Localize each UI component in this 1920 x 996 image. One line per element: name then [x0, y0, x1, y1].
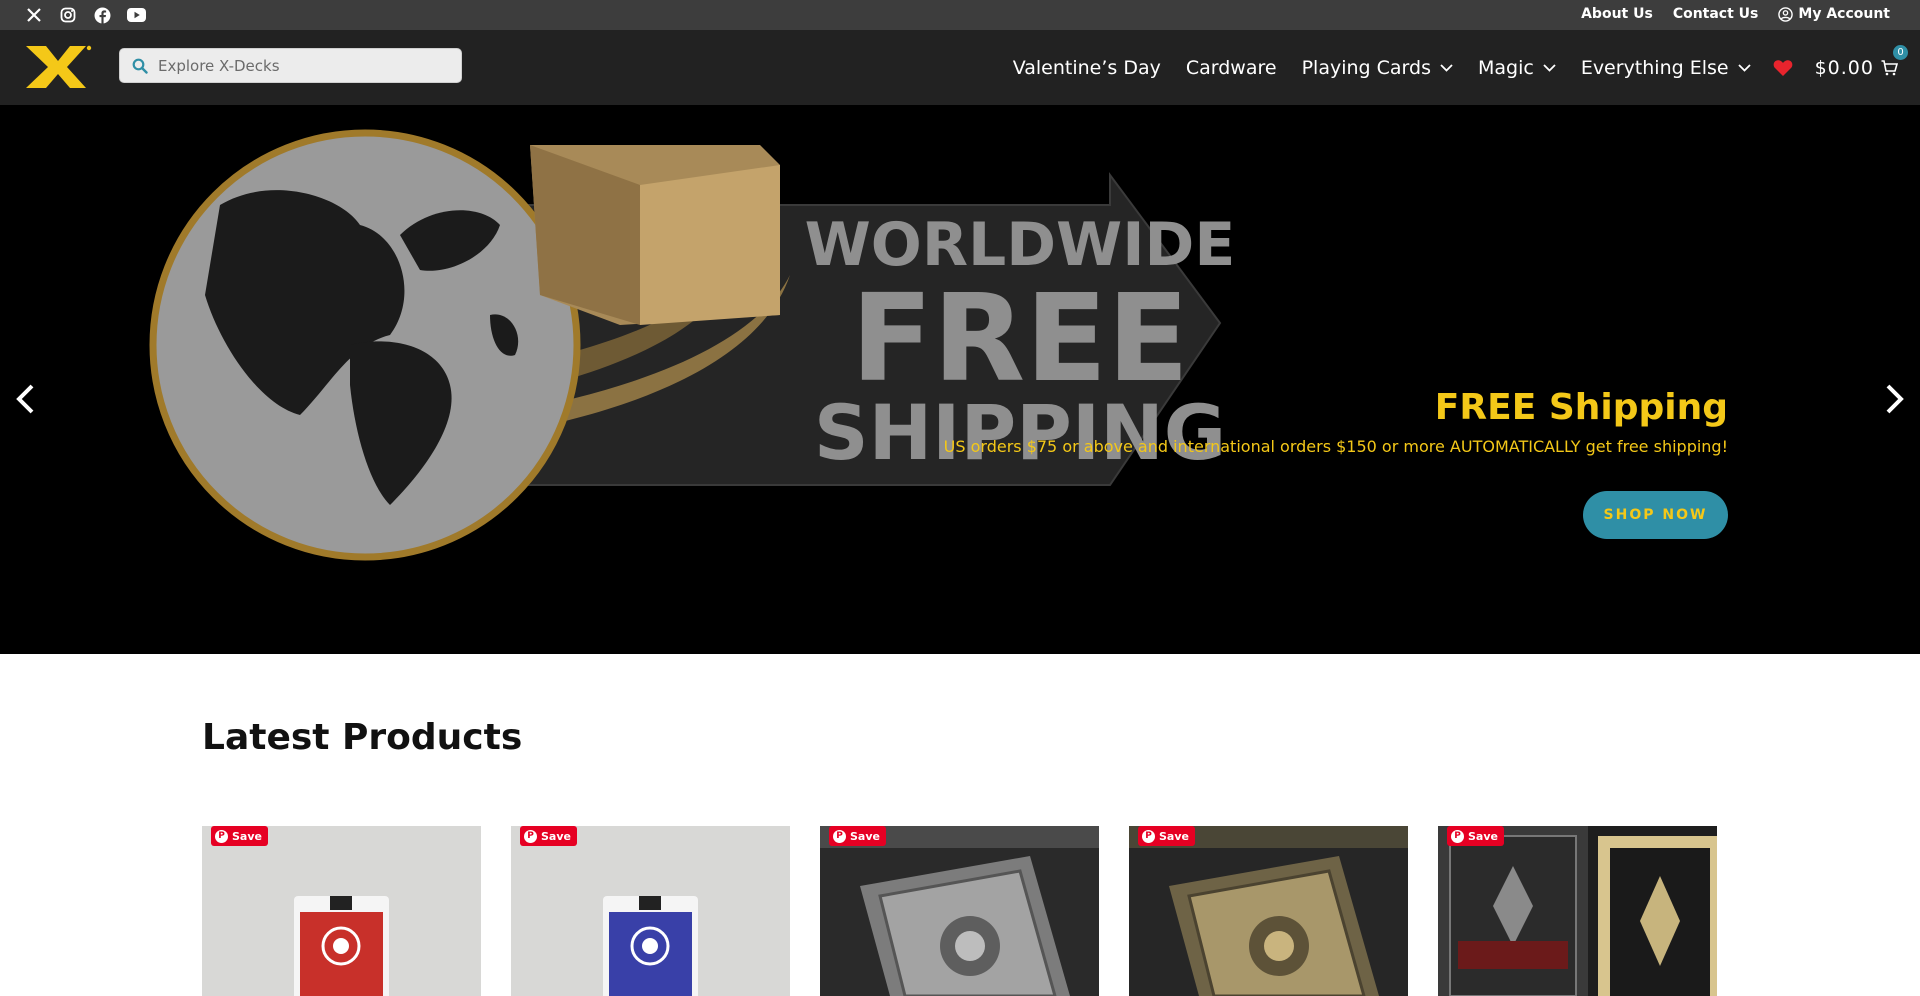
product-card[interactable]: P Save: [820, 826, 1099, 996]
facebook-icon[interactable]: [92, 5, 112, 25]
user-circle-icon: [1778, 6, 1794, 22]
nav-label: Playing Cards: [1301, 56, 1431, 79]
product-card[interactable]: P Save: [202, 826, 481, 996]
nav-everything-else[interactable]: Everything Else: [1581, 57, 1751, 79]
account-links: About Us Contact Us My Account: [1581, 6, 1890, 22]
shop-now-button[interactable]: SHOP NOW: [1583, 491, 1728, 539]
main-header: Valentine’s Day Cardware Playing Cards M…: [0, 30, 1920, 105]
instagram-icon[interactable]: [58, 5, 78, 25]
save-label: Save: [1468, 829, 1498, 843]
nav-magic[interactable]: Magic: [1478, 57, 1556, 79]
search-box[interactable]: [119, 48, 462, 83]
cart-total: $0.00: [1814, 56, 1874, 79]
nav-label: Everything Else: [1580, 56, 1729, 79]
product-image: [820, 826, 1099, 996]
chevron-down-icon: [1440, 63, 1453, 72]
pinterest-icon: P: [1451, 829, 1464, 843]
youtube-icon[interactable]: [126, 5, 146, 25]
product-card[interactable]: P Save: [1438, 826, 1717, 996]
nav-cardware[interactable]: Cardware: [1186, 57, 1277, 79]
pinterest-save-button[interactable]: P Save: [211, 826, 268, 846]
product-image: [1129, 826, 1408, 996]
x-icon[interactable]: [24, 5, 44, 25]
wishlist-heart-icon[interactable]: [1773, 59, 1793, 77]
nav-label: Magic: [1477, 56, 1534, 79]
chevron-right-icon: [1886, 384, 1904, 414]
pinterest-icon: P: [215, 829, 228, 843]
product-grid: P Save P Save P Save P Save P Save: [202, 826, 1717, 996]
save-label: Save: [850, 829, 880, 843]
product-image: [603, 896, 698, 996]
slide-title: FREE Shipping: [1434, 387, 1728, 428]
about-us-link[interactable]: About Us: [1581, 6, 1653, 22]
pinterest-save-button[interactable]: P Save: [520, 826, 577, 846]
product-image: [1438, 826, 1717, 996]
cart-button[interactable]: $0.00 0: [1814, 44, 1908, 79]
save-label: Save: [1159, 829, 1189, 843]
main-nav: Valentine’s Day Cardware Playing Cards M…: [988, 30, 1908, 105]
free-shipping-banner-image: WORLDWIDE FREE SHIPPING: [149, 129, 1235, 561]
product-image: [294, 896, 389, 996]
chevron-down-icon: [1543, 63, 1556, 72]
top-bar: About Us Contact Us My Account: [0, 0, 1920, 30]
pinterest-save-button[interactable]: P Save: [829, 826, 886, 846]
search-input[interactable]: [158, 56, 448, 75]
hero-slider: WORLDWIDE FREE SHIPPING FREE Shipping US…: [0, 105, 1920, 654]
social-links: [24, 5, 146, 25]
save-label: Save: [232, 829, 262, 843]
contact-us-link[interactable]: Contact Us: [1673, 6, 1759, 22]
chevron-left-icon: [16, 384, 34, 414]
slider-next-arrow[interactable]: [1878, 382, 1912, 416]
pinterest-icon: P: [1142, 829, 1155, 843]
cart-count-badge: 0: [1893, 44, 1908, 60]
pinterest-save-button[interactable]: P Save: [1447, 826, 1504, 846]
site-logo[interactable]: [24, 44, 92, 90]
nav-valentines-day[interactable]: Valentine’s Day: [1013, 57, 1161, 79]
slide-description: US orders $75 or above and international…: [943, 437, 1728, 456]
product-card[interactable]: P Save: [511, 826, 790, 996]
search-icon: [132, 58, 148, 74]
pinterest-save-button[interactable]: P Save: [1138, 826, 1195, 846]
cart-icon: [1881, 59, 1898, 75]
pinterest-icon: P: [833, 829, 846, 843]
product-card[interactable]: P Save: [1129, 826, 1408, 996]
slider-prev-arrow[interactable]: [8, 382, 42, 416]
nav-label: Valentine’s Day: [1012, 56, 1161, 79]
my-account-link[interactable]: My Account: [1778, 6, 1890, 22]
latest-products-heading: Latest Products: [202, 717, 523, 758]
nav-playing-cards[interactable]: Playing Cards: [1302, 57, 1453, 79]
banner-art-line3: SHIPPING: [814, 388, 1226, 477]
chevron-down-icon: [1737, 63, 1751, 72]
pinterest-icon: P: [524, 829, 537, 843]
save-label: Save: [541, 829, 571, 843]
my-account-label: My Account: [1798, 6, 1890, 22]
nav-label: Cardware: [1185, 56, 1277, 79]
